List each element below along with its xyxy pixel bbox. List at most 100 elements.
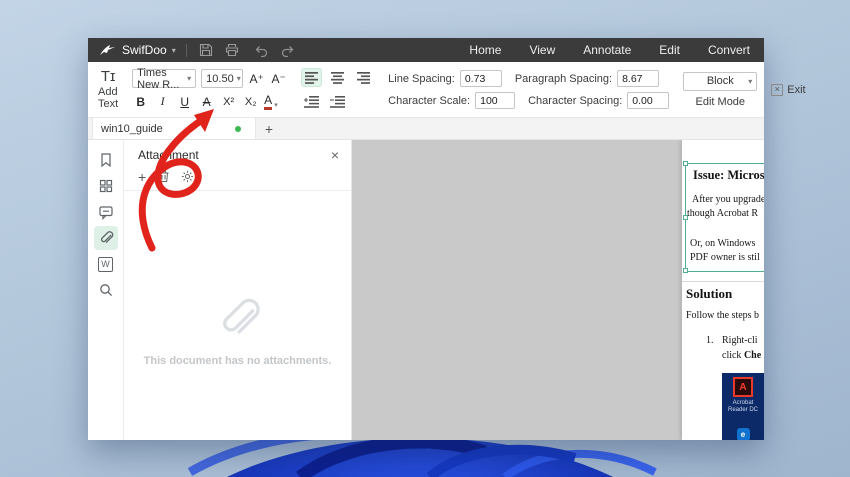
chevron-down-icon: ▾: [748, 76, 753, 86]
edge-icon: e: [736, 428, 750, 440]
search-button[interactable]: [94, 278, 118, 302]
doc-paragraph-line: PDF owner is stil: [690, 252, 760, 263]
attachments-panel-button[interactable]: [93, 226, 118, 250]
font-group: Times New R... ▾ 10.50 ▾ A⁺ A⁻ B I U A X…: [126, 64, 293, 115]
paragraph-spacing-input[interactable]: 8.67: [617, 70, 660, 87]
indent-increase-button[interactable]: [301, 92, 322, 111]
bookmark-icon: [100, 153, 111, 168]
app-menu-caret-icon[interactable]: ▾: [172, 46, 176, 55]
menu-convert[interactable]: Convert: [708, 43, 750, 57]
unsaved-dot-icon: [235, 125, 241, 132]
edit-mode-label: Edit Mode: [695, 95, 746, 108]
line-spacing-input[interactable]: 0.73: [459, 70, 502, 87]
word-icon: W: [98, 256, 113, 272]
bold-button[interactable]: B: [132, 93, 149, 110]
search-icon: [99, 284, 112, 297]
swifdoo-logo-icon: [98, 40, 116, 60]
doc-paragraph-line: After you upgrade: [692, 194, 764, 205]
doc-paragraph-line: Or, on Windows: [690, 238, 756, 249]
font-size-select[interactable]: 10.50 ▾: [201, 69, 244, 88]
menu-annotate[interactable]: Annotate: [583, 43, 631, 57]
main-menu: Home View Annotate Edit Convert: [469, 43, 754, 57]
doc-divider: [682, 281, 764, 282]
panel-title: Attachment: [138, 148, 199, 162]
close-panel-icon[interactable]: ×: [331, 148, 339, 162]
font-family-select[interactable]: Times New R... ▾: [132, 67, 197, 91]
block-mode-select[interactable]: Block ▾: [683, 71, 758, 91]
empty-attachments-state: This document has no attachments.: [124, 295, 351, 367]
menu-view[interactable]: View: [529, 43, 555, 57]
decrease-font-button[interactable]: A⁻: [270, 70, 287, 87]
thumbnails-panel-button[interactable]: [94, 174, 118, 198]
add-text-button[interactable]: Tɪ Add Text: [92, 64, 124, 115]
content-area: W Attachment × + This document has no at…: [88, 140, 764, 440]
underline-button[interactable]: U: [176, 93, 193, 110]
selection-handle[interactable]: [683, 268, 688, 273]
tab-bar: win10_guide +: [88, 118, 764, 140]
italic-button[interactable]: I: [154, 93, 171, 110]
titlebar: SwifDoo ▾ Home View Annotate Edit Conver…: [88, 38, 764, 62]
menu-edit[interactable]: Edit: [659, 43, 680, 57]
indent-decrease-button[interactable]: [327, 92, 348, 111]
redo-icon[interactable]: [278, 40, 298, 60]
chevron-down-icon: ▾: [187, 74, 192, 83]
align-right-button[interactable]: [353, 68, 374, 87]
doc-list-line: click Che: [722, 350, 762, 361]
document-viewer[interactable]: Issue: Micros After you upgrade though A…: [352, 140, 764, 440]
alignment-group: [295, 64, 380, 115]
left-icon-rail: W: [88, 140, 124, 440]
acrobat-reader-icon: A: [733, 377, 753, 397]
font-color-button[interactable]: A ▾: [264, 93, 278, 110]
app-name: SwifDoo: [122, 43, 167, 57]
print-icon[interactable]: [222, 40, 242, 60]
paperclip-icon: [100, 231, 113, 243]
paperclip-large-icon: [222, 298, 260, 334]
align-left-icon: [304, 71, 318, 84]
subscript-button[interactable]: X₂: [242, 93, 259, 110]
doc-list-line: Right-cli: [722, 335, 758, 346]
undo-icon[interactable]: [252, 40, 272, 60]
indent-increase-icon: [304, 95, 320, 108]
bookmarks-panel-button[interactable]: [94, 148, 118, 172]
tab-win10-guide[interactable]: win10_guide: [92, 118, 256, 139]
chevron-down-icon: ▾: [236, 74, 241, 83]
edit-toolbar: Tɪ Add Text Times New R... ▾ 10.50 ▾ A⁺ …: [88, 62, 806, 118]
titlebar-divider: [185, 43, 187, 57]
exit-button[interactable]: × Exit: [765, 64, 811, 115]
increase-font-button[interactable]: A⁺: [248, 70, 265, 87]
desktop: { "titlebar": { "app_name": "SwifDoo", "…: [0, 0, 850, 477]
delete-attachment-icon[interactable]: [157, 170, 170, 183]
exit-icon: ×: [771, 83, 784, 96]
align-left-button[interactable]: [301, 68, 323, 87]
comment-icon: [98, 206, 113, 220]
align-center-button[interactable]: [327, 68, 348, 87]
strikethrough-button[interactable]: A: [198, 93, 215, 110]
character-spacing-input[interactable]: 0.00: [627, 92, 670, 109]
pdf-page[interactable]: Issue: Micros After you upgrade though A…: [682, 140, 764, 440]
doc-heading-solution: Solution: [686, 286, 733, 301]
attachment-panel: Attachment × + This document has no atta…: [124, 140, 352, 440]
edit-mode-group: Block ▾ Edit Mode: [677, 64, 763, 115]
embedded-screenshot: A Acrobat Reader DC e: [722, 373, 764, 440]
app-window: SwifDoo ▾ Home View Annotate Edit Conver…: [88, 38, 806, 440]
add-text-icon: Tɪ: [100, 68, 116, 85]
align-center-icon: [330, 71, 344, 84]
superscript-button[interactable]: X²: [220, 93, 237, 110]
spacing-group: Line Spacing: 0.73 Paragraph Spacing: 8.…: [382, 64, 675, 115]
doc-paragraph-line: Follow the steps b: [686, 310, 760, 321]
character-scale-input[interactable]: 100: [475, 92, 516, 109]
chevron-down-icon: ▾: [274, 101, 278, 109]
doc-paragraph-line: though Acrobat R: [687, 208, 759, 219]
empty-attachments-text: This document has no attachments.: [143, 355, 332, 367]
thumbnails-grid-icon: [99, 179, 112, 193]
add-attachment-icon[interactable]: +: [138, 170, 146, 184]
new-tab-button[interactable]: +: [256, 118, 282, 139]
attachment-settings-icon[interactable]: [181, 170, 194, 183]
selection-handle[interactable]: [683, 161, 688, 166]
menu-home[interactable]: Home: [469, 43, 501, 57]
word-export-button[interactable]: W: [94, 252, 118, 276]
save-icon[interactable]: [196, 40, 216, 60]
comments-panel-button[interactable]: [94, 200, 118, 224]
doc-list-number: 1.: [706, 335, 714, 346]
align-right-icon: [356, 71, 370, 84]
